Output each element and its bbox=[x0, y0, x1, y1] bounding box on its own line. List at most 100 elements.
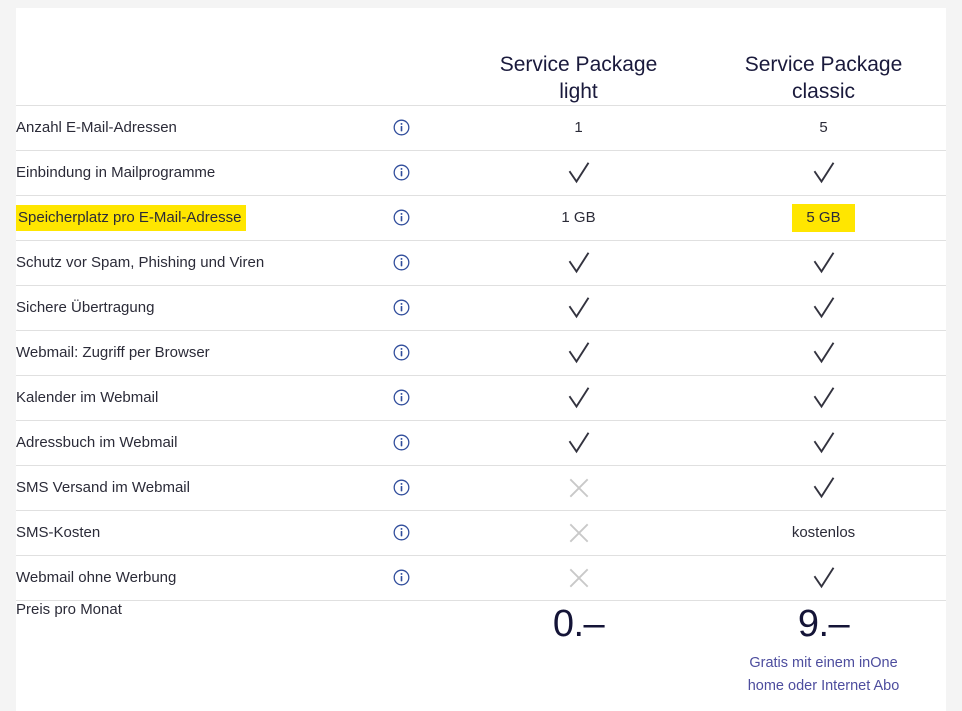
package-header-classic: Service Package classic bbox=[701, 8, 946, 105]
feature-info-cell[interactable] bbox=[346, 194, 456, 240]
service-package-comparison-table: Service Package light Service Package class… bbox=[16, 8, 946, 711]
feature-label: Einbindung in Mailprogramme bbox=[16, 164, 216, 181]
value-cell-classic bbox=[701, 239, 946, 285]
value-cell-classic: kostenlos bbox=[701, 509, 946, 555]
table-row: SMS Versand im Webmail bbox=[16, 464, 946, 510]
package-name-line1: Service Package bbox=[499, 52, 658, 76]
feature-label-cell: Sichere Übertragung bbox=[16, 284, 346, 330]
value-cell-light bbox=[456, 554, 701, 600]
price-row: Preis pro Monat 0.– 9.– bbox=[16, 599, 946, 652]
value-cell-classic bbox=[701, 149, 946, 195]
table-header-row: Service Package light Service Package class… bbox=[16, 8, 946, 105]
check-icon bbox=[813, 386, 835, 410]
table-row: Sichere Übertragung bbox=[16, 284, 946, 330]
feature-info-cell[interactable] bbox=[346, 554, 456, 600]
feature-label: SMS-Kosten bbox=[16, 524, 101, 541]
header-label-cell bbox=[16, 8, 346, 105]
table-row: Schutz vor Spam, Phishing und Viren bbox=[16, 239, 946, 285]
table-row: Webmail: Zugriff per Browser bbox=[16, 329, 946, 375]
note-row: Gratis mit einem inOne home oder Internet… bbox=[16, 652, 946, 711]
cross-icon bbox=[568, 522, 590, 544]
table-row: Einbindung in Mailprogramme bbox=[16, 149, 946, 195]
info-icon[interactable] bbox=[393, 569, 410, 586]
check-icon bbox=[813, 251, 835, 275]
feature-label: Adressbuch im Webmail bbox=[16, 434, 178, 451]
info-icon[interactable] bbox=[393, 434, 410, 451]
feature-info-cell[interactable] bbox=[346, 509, 456, 555]
feature-label-cell: Speicherplatz pro E-Mail-Adresse bbox=[16, 194, 346, 240]
feature-info-cell[interactable] bbox=[346, 149, 456, 195]
header-info-cell bbox=[346, 8, 456, 105]
value-cell-classic bbox=[701, 464, 946, 510]
table-row: Speicherplatz pro E-Mail-Adresse 1 GB 5 GB bbox=[16, 194, 946, 240]
feature-label-cell: Adressbuch im Webmail bbox=[16, 419, 346, 465]
feature-label-cell: Webmail: Zugriff per Browser bbox=[16, 329, 346, 375]
value-cell-classic: 5 bbox=[701, 104, 946, 150]
feature-info-cell[interactable] bbox=[346, 464, 456, 510]
feature-label: Kalender im Webmail bbox=[16, 389, 159, 406]
value-cell-light: 1 GB bbox=[456, 194, 701, 240]
feature-label: SMS Versand im Webmail bbox=[16, 479, 190, 496]
check-icon bbox=[568, 341, 590, 365]
feature-info-cell[interactable] bbox=[346, 104, 456, 150]
info-icon[interactable] bbox=[393, 344, 410, 361]
price-label-cell: Preis pro Monat bbox=[16, 599, 346, 652]
value-cell-classic: 5 GB bbox=[701, 194, 946, 240]
package-name-line2: classic bbox=[791, 79, 855, 103]
check-icon bbox=[813, 431, 835, 455]
table-row: Kalender im Webmail bbox=[16, 374, 946, 420]
check-icon bbox=[813, 296, 835, 320]
feature-label: Speicherplatz pro E-Mail-Adresse bbox=[18, 208, 242, 226]
feature-info-cell[interactable] bbox=[346, 329, 456, 375]
comparison-card: Service Package light Service Package class… bbox=[16, 8, 946, 711]
cross-icon bbox=[568, 567, 590, 589]
cell-value: 5 bbox=[819, 119, 828, 136]
price-label: Preis pro Monat bbox=[16, 600, 122, 618]
value-cell-classic bbox=[701, 374, 946, 420]
info-icon[interactable] bbox=[393, 299, 410, 316]
feature-label-cell: Kalender im Webmail bbox=[16, 374, 346, 420]
label-highlight: Speicherplatz pro E-Mail-Adresse bbox=[16, 204, 247, 231]
info-icon[interactable] bbox=[393, 119, 410, 136]
note-empty-info bbox=[346, 652, 456, 711]
info-icon[interactable] bbox=[393, 254, 410, 271]
table-row: Adressbuch im Webmail bbox=[16, 419, 946, 465]
note-classic: Gratis mit einem inOne home oder Internet… bbox=[701, 652, 946, 711]
feature-info-cell[interactable] bbox=[346, 419, 456, 465]
package-header-light: Service Package light bbox=[456, 8, 701, 105]
price-value-classic: 9.– bbox=[701, 599, 946, 652]
price-info-cell bbox=[346, 599, 456, 652]
cross-icon bbox=[568, 477, 590, 499]
feature-label: Sichere Übertragung bbox=[16, 299, 155, 316]
info-icon[interactable] bbox=[393, 524, 410, 541]
check-icon bbox=[813, 476, 835, 500]
note-light bbox=[456, 652, 701, 711]
feature-info-cell[interactable] bbox=[346, 374, 456, 420]
feature-label: Anzahl E-Mail-Adressen bbox=[16, 119, 177, 136]
check-icon bbox=[568, 251, 590, 275]
feature-label-cell: SMS Versand im Webmail bbox=[16, 464, 346, 510]
feature-label-cell: Anzahl E-Mail-Adressen bbox=[16, 104, 346, 150]
info-icon[interactable] bbox=[393, 389, 410, 406]
package-name-line2: light bbox=[559, 79, 598, 103]
cell-value: kostenlos bbox=[791, 524, 856, 541]
info-icon[interactable] bbox=[393, 164, 410, 181]
feature-label: Webmail ohne Werbung bbox=[16, 569, 177, 586]
check-icon bbox=[568, 386, 590, 410]
check-icon bbox=[568, 296, 590, 320]
value-cell-classic bbox=[701, 419, 946, 465]
check-icon bbox=[813, 161, 835, 185]
note-empty-label bbox=[16, 652, 346, 711]
value-cell-light bbox=[456, 284, 701, 330]
info-icon[interactable] bbox=[393, 209, 410, 226]
feature-label-cell: SMS-Kosten bbox=[16, 509, 346, 555]
feature-label-cell: Einbindung in Mailprogramme bbox=[16, 149, 346, 195]
feature-info-cell[interactable] bbox=[346, 239, 456, 285]
feature-label: Schutz vor Spam, Phishing und Viren bbox=[16, 254, 265, 271]
cell-value: 1 GB bbox=[561, 209, 596, 226]
info-icon[interactable] bbox=[393, 479, 410, 496]
check-icon bbox=[813, 341, 835, 365]
value-cell-light bbox=[456, 239, 701, 285]
feature-info-cell[interactable] bbox=[346, 284, 456, 330]
feature-label-cell: Webmail ohne Werbung bbox=[16, 554, 346, 600]
